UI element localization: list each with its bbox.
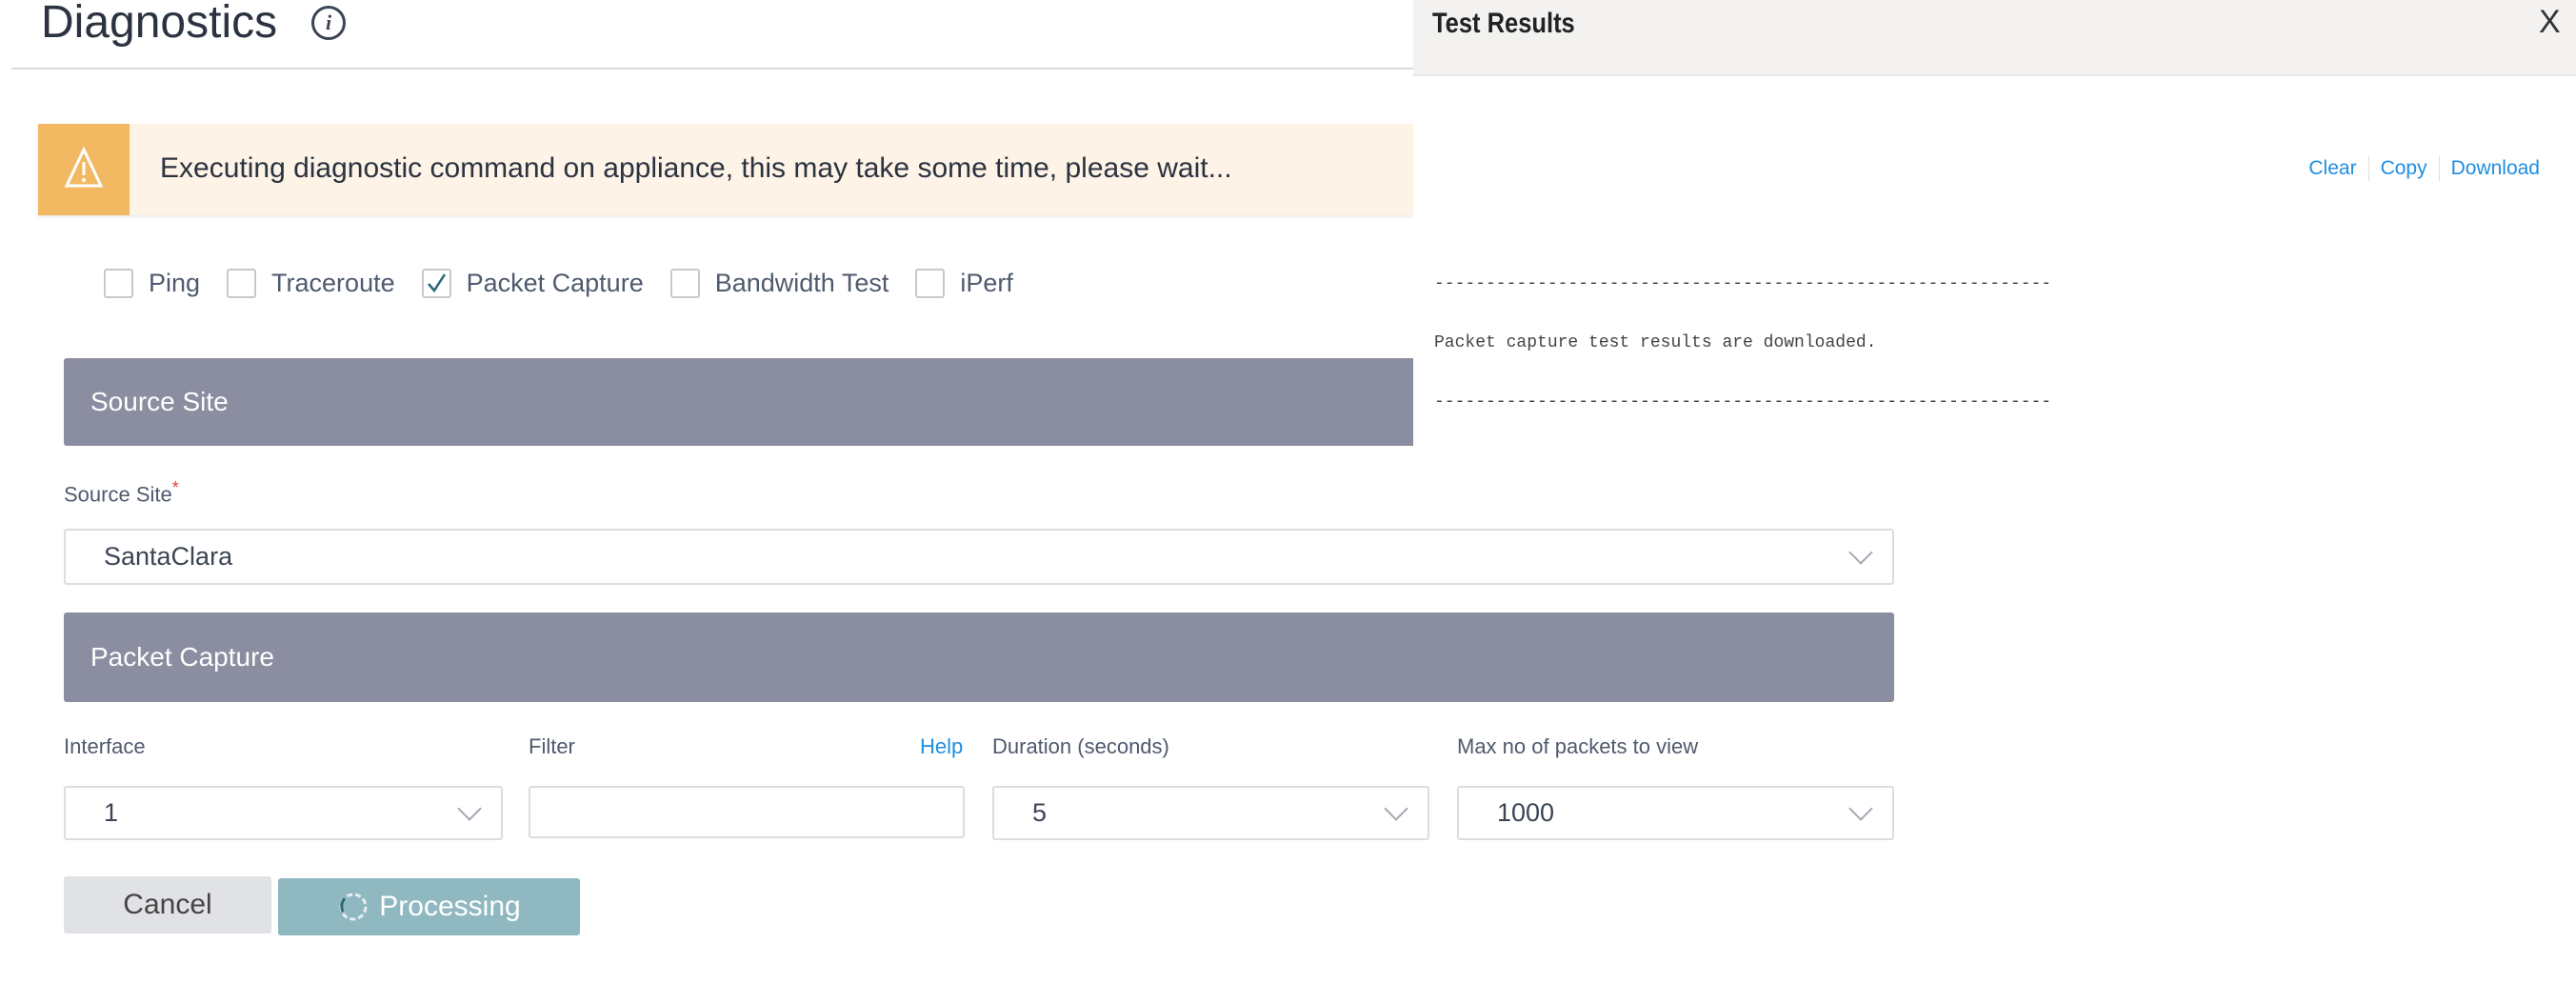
close-icon[interactable]: X xyxy=(2539,4,2561,41)
checkbox-bandwidth-test[interactable]: Bandwidth Test xyxy=(669,269,889,298)
checkbox-label: Ping xyxy=(149,269,201,297)
checkbox[interactable] xyxy=(669,269,700,298)
chevron-down-icon xyxy=(1384,795,1408,821)
checkbox-label: Bandwidth Test xyxy=(714,269,889,297)
checkbox-traceroute[interactable]: Traceroute xyxy=(227,269,395,298)
source-site-select[interactable]: SantaClara xyxy=(64,529,1894,585)
chevron-down-icon xyxy=(1848,795,1873,821)
filter-label: Filter xyxy=(529,734,575,758)
result-actions: Clear Copy Download xyxy=(2308,156,2540,181)
source-site-label: Source Site* xyxy=(64,478,179,507)
checkbox[interactable] xyxy=(915,269,946,298)
result-line: ----------------------------------------… xyxy=(1434,392,2052,412)
checkbox[interactable] xyxy=(104,269,133,298)
select-value: 5 xyxy=(1032,798,1048,827)
interface-label: Interface xyxy=(64,734,146,758)
panel-title: Test Results xyxy=(1432,8,1575,39)
warning-icon xyxy=(38,124,130,215)
checkmark-icon xyxy=(427,273,446,293)
divider xyxy=(2438,156,2440,181)
result-line: Packet capture test results are download… xyxy=(1434,333,1877,352)
test-type-checkboxes: Ping Traceroute Packet Capture Bandwidth… xyxy=(104,269,1040,298)
label-text: Source Site xyxy=(64,482,172,507)
checkbox-label: Traceroute xyxy=(271,269,395,297)
cancel-button[interactable]: Cancel xyxy=(64,876,271,934)
checkbox[interactable] xyxy=(227,269,257,298)
select-value: 1000 xyxy=(1497,798,1555,827)
filter-help-link[interactable]: Help xyxy=(920,734,963,759)
download-link[interactable]: Download xyxy=(2451,157,2540,180)
info-icon[interactable]: i xyxy=(311,6,346,40)
button-label: Processing xyxy=(379,891,521,922)
filter-input[interactable] xyxy=(529,786,965,838)
alert-message: Executing diagnostic command on applianc… xyxy=(160,152,1232,184)
page-title: Diagnostics xyxy=(41,0,278,48)
warning-alert: Executing diagnostic command on applianc… xyxy=(38,124,1413,215)
divider xyxy=(2367,156,2369,181)
clear-link[interactable]: Clear xyxy=(2308,157,2356,180)
copy-link[interactable]: Copy xyxy=(2381,157,2427,180)
checkbox-label: iPerf xyxy=(960,269,1013,297)
duration-select[interactable]: 5 xyxy=(992,786,1429,840)
test-results-panel: Test Results X Clear Copy Download -----… xyxy=(1413,0,2576,448)
spinner-icon xyxy=(339,893,368,921)
interface-select[interactable]: 1 xyxy=(64,786,503,840)
select-value: SantaClara xyxy=(104,542,233,571)
chevron-down-icon xyxy=(1848,539,1873,565)
checkbox[interactable] xyxy=(421,269,451,298)
checkbox-packet-capture[interactable]: Packet Capture xyxy=(421,269,644,298)
max-packets-label: Max no of packets to view xyxy=(1457,734,1699,758)
chevron-down-icon xyxy=(457,795,482,821)
result-line: ----------------------------------------… xyxy=(1434,274,2052,293)
duration-label: Duration (seconds) xyxy=(992,734,1169,758)
header-divider xyxy=(11,68,1413,70)
processing-button[interactable]: Processing xyxy=(278,878,580,935)
checkbox-iperf[interactable]: iPerf xyxy=(915,269,1013,298)
select-value: 1 xyxy=(104,798,119,827)
checkbox-ping[interactable]: Ping xyxy=(104,269,200,298)
checkbox-label: Packet Capture xyxy=(466,269,644,297)
panel-header: Test Results X xyxy=(1413,0,2576,76)
required-mark: * xyxy=(171,478,179,497)
packet-capture-section-header: Packet Capture xyxy=(64,612,1894,702)
max-packets-select[interactable]: 1000 xyxy=(1457,786,1894,840)
